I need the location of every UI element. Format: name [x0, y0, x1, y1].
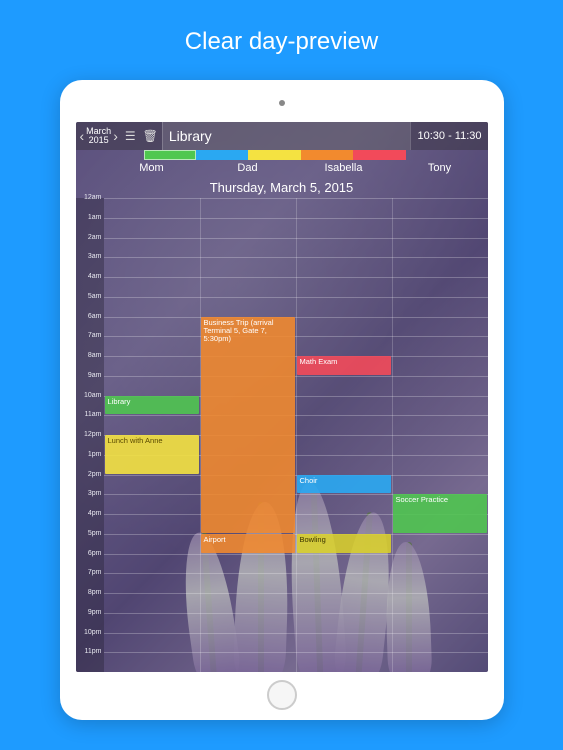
hour-label: 2am	[76, 234, 102, 241]
hour-label: 2pm	[76, 471, 102, 478]
column-header[interactable]: Dad	[200, 162, 296, 180]
calendar-event[interactable]: Choir	[297, 475, 391, 494]
hour-label: 6pm	[76, 550, 102, 557]
swatch-red[interactable]	[353, 150, 405, 160]
hour-label: 4pm	[76, 510, 102, 517]
calendar-event[interactable]: Bowling	[297, 534, 391, 553]
event-time-range[interactable]: 10:30 - 11:30	[410, 122, 487, 150]
hour-label: 8pm	[76, 589, 102, 596]
column-header[interactable]: Mom	[104, 162, 200, 180]
hour-label: 3am	[76, 253, 102, 260]
column-header[interactable]: Isabella	[296, 162, 392, 180]
menu-icon[interactable]: ☰	[122, 122, 139, 150]
calendar-event[interactable]: Business Trip (arrival Terminal 5, Gate …	[201, 317, 295, 533]
hour-label: 9pm	[76, 609, 102, 616]
hour-label: 9am	[76, 372, 102, 379]
calendar-event[interactable]: Library	[105, 396, 199, 415]
ipad-frame: ‹ March 2015 › ☰ 🗑 Library 10:30 - 11:30…	[60, 80, 504, 720]
calendar-event[interactable]: Airport	[201, 534, 295, 553]
swatch-orange[interactable]	[301, 150, 353, 160]
calendar-event[interactable]: Math Exam	[297, 356, 391, 375]
swatch-green[interactable]	[144, 150, 196, 160]
hour-label: 5pm	[76, 530, 102, 537]
hour-label: 5am	[76, 293, 102, 300]
time-column: 12am1am2am3am4am5am6am7am8am9am10am11am1…	[76, 198, 104, 672]
top-toolbar: ‹ March 2015 › ☰ 🗑 Library 10:30 - 11:30	[76, 122, 488, 150]
promo-title: Clear day-preview	[0, 0, 563, 80]
ipad-home-button[interactable]	[267, 680, 297, 710]
grid-body[interactable]: Business Trip (arrival Terminal 5, Gate …	[104, 198, 488, 672]
hour-label: 10am	[76, 392, 102, 399]
app-screen: ‹ March 2015 › ☰ 🗑 Library 10:30 - 11:30…	[76, 122, 488, 672]
grid-column-line	[296, 198, 297, 672]
column-header[interactable]: Tony	[392, 162, 488, 180]
hour-label: 7am	[76, 332, 102, 339]
color-swatch-row	[144, 150, 406, 160]
hour-label: 11pm	[76, 648, 102, 655]
hour-label: 1pm	[76, 451, 102, 458]
trash-icon[interactable]: 🗑	[139, 122, 162, 150]
calendar-event[interactable]: Lunch with Anne	[105, 435, 199, 474]
calendar-event[interactable]: Soccer Practice	[393, 494, 487, 533]
hour-label: 3pm	[76, 490, 102, 497]
swatch-yellow[interactable]	[248, 150, 300, 160]
swatch-blue[interactable]	[196, 150, 248, 160]
hour-label: 12am	[76, 194, 102, 201]
event-title-input[interactable]: Library	[162, 122, 411, 150]
year-text: 2015	[89, 136, 109, 145]
ipad-camera	[279, 100, 285, 106]
hour-label: 1am	[76, 214, 102, 221]
grid-column-line	[392, 198, 393, 672]
day-grid[interactable]: 12am1am2am3am4am5am6am7am8am9am10am11am1…	[76, 198, 488, 672]
hour-label: 10pm	[76, 629, 102, 636]
column-headers: Mom Dad Isabella Tony	[104, 162, 488, 180]
hour-label: 6am	[76, 313, 102, 320]
hour-label: 7pm	[76, 569, 102, 576]
hour-label: 8am	[76, 352, 102, 359]
prev-month-button[interactable]: ‹	[80, 129, 85, 143]
next-month-button[interactable]: ›	[113, 129, 118, 143]
month-label[interactable]: March 2015	[86, 127, 111, 145]
hour-label: 12pm	[76, 431, 102, 438]
hour-label: 11am	[76, 411, 102, 418]
date-title: Thursday, March 5, 2015	[76, 180, 488, 195]
hour-label: 4am	[76, 273, 102, 280]
